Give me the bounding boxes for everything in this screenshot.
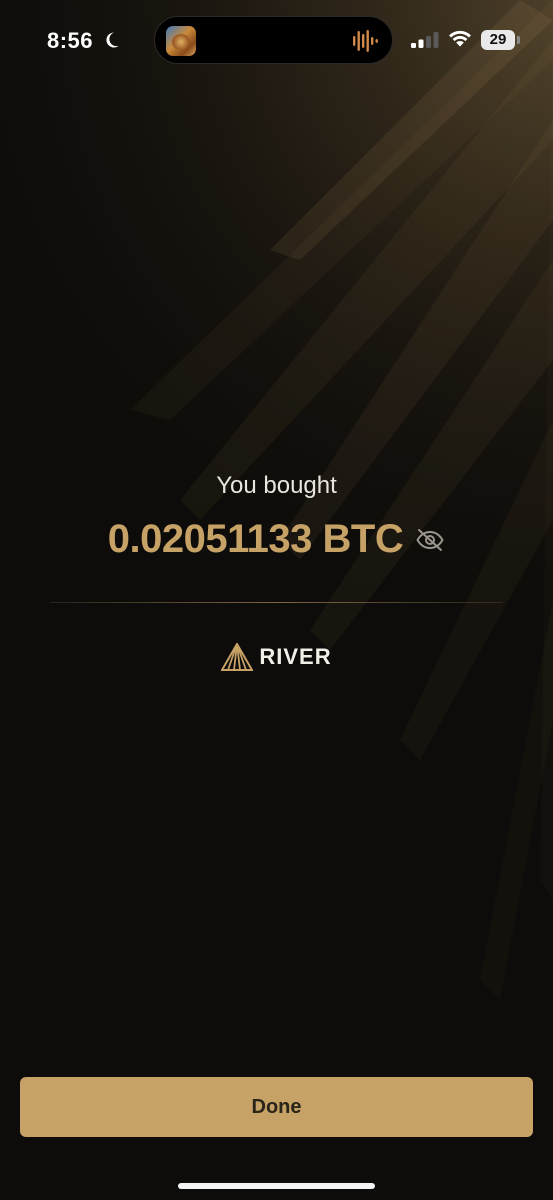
wifi-icon	[449, 30, 471, 47]
brand-logo: RIVER	[0, 643, 553, 671]
eye-slash-icon[interactable]	[415, 528, 445, 552]
status-time: 8:56	[47, 28, 94, 53]
now-playing-artwork[interactable]	[166, 26, 196, 56]
purchase-amount: 0.02051133 BTC	[107, 517, 404, 561]
dynamic-island[interactable]	[154, 16, 393, 64]
battery-cap	[517, 36, 520, 44]
brand-name: RIVER	[259, 644, 332, 669]
divider	[50, 602, 503, 603]
purchase-caption: You bought	[216, 472, 337, 499]
waveform-icon	[353, 30, 378, 52]
background-light-rays	[0, 0, 553, 1200]
amount-row: 0.02051133 BTC	[0, 517, 553, 562]
signal-icon	[411, 32, 439, 48]
purchase-confirmation-screen: 8:56 29 You bought 0.02051133 BTC RIVER …	[0, 0, 553, 1200]
moon-icon	[106, 32, 119, 48]
battery-icon: 29	[481, 30, 515, 50]
home-indicator[interactable]	[178, 1183, 375, 1189]
done-button[interactable]: Done	[20, 1077, 533, 1137]
river-logo-icon	[221, 643, 254, 671]
battery-level-text: 29	[489, 31, 507, 48]
